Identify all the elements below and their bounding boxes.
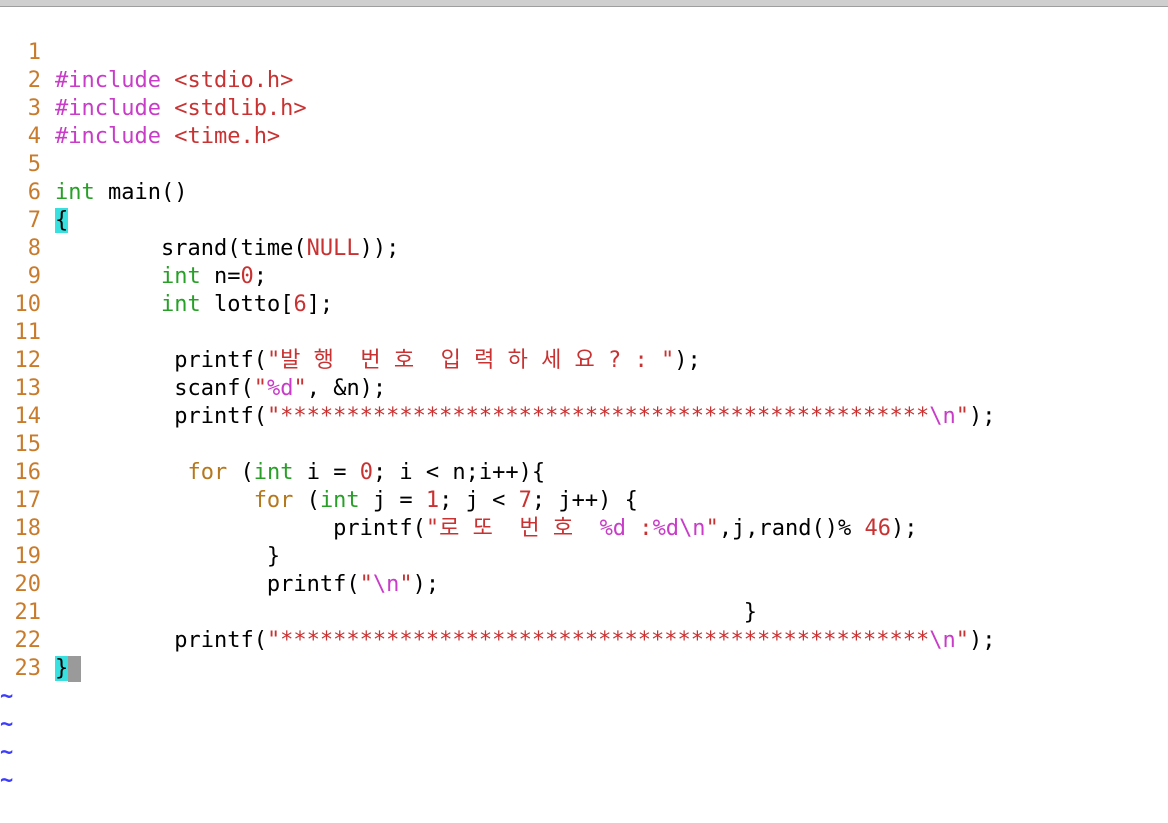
code-line-9[interactable]: 9 int lotto[6]; [0,235,1168,317]
code-line-10[interactable]: 10 [0,263,1168,317]
empty-buffer-line: ~ [0,739,1168,793]
empty-buffer-line: ~ [0,683,1168,737]
empty-buffer-line: ~ [0,711,1168,765]
vim-editor[interactable]: 1 #include <stdio.h> 2 #include <stdlib.… [0,0,1168,793]
code-line-20[interactable]: 20 } [0,543,1168,625]
code-line-21[interactable]: 21 printf("*****************************… [0,571,1168,653]
code-line-16[interactable]: 16 for (int j = 1; j < 7; j++) { [0,431,1168,513]
code-line-18[interactable]: 18 } [0,487,1168,569]
code-area[interactable]: 1 #include <stdio.h> 2 #include <stdlib.… [0,11,1168,793]
code-line-19[interactable]: 19 printf("\n"); [0,515,1168,597]
code-line-14[interactable]: 14 [0,375,1168,429]
code-line-12[interactable]: 12 scanf("%d", &n); [0,319,1168,401]
code-line-17[interactable]: 17 printf("로 또 번 호 %d :%d\n",j,rand()% 4… [0,459,1168,541]
code-line-13[interactable]: 13 printf("*****************************… [0,347,1168,429]
code-line-3[interactable]: 3 #include <time.h> [0,67,1168,149]
code-line-22[interactable]: 22 } [0,599,1168,682]
code-line-5[interactable]: 5 int main() [0,123,1168,205]
code-line-11[interactable]: 11 printf("발 행 번 호 입 력 하 세 요 ? : "); [0,291,1168,373]
empty-buffer-line: ~ [0,655,1168,709]
code-line-4[interactable]: 4 [0,95,1168,149]
window-top-border [0,0,1168,7]
code-line-1[interactable]: 1 #include <stdio.h> [0,11,1168,93]
code-line-15[interactable]: 15 for (int i = 0; i < n;i++){ [0,403,1168,485]
code-line-2[interactable]: 2 #include <stdlib.h> [0,39,1168,121]
code-line-23[interactable]: 23 [0,627,1168,681]
tilde-marker-icon: ~ [0,768,14,793]
code-line-8[interactable]: 8 int n=0; [0,207,1168,289]
code-line-7[interactable]: 7 srand(time(NULL)); [0,179,1168,261]
code-line-6[interactable]: 6 { [0,151,1168,233]
